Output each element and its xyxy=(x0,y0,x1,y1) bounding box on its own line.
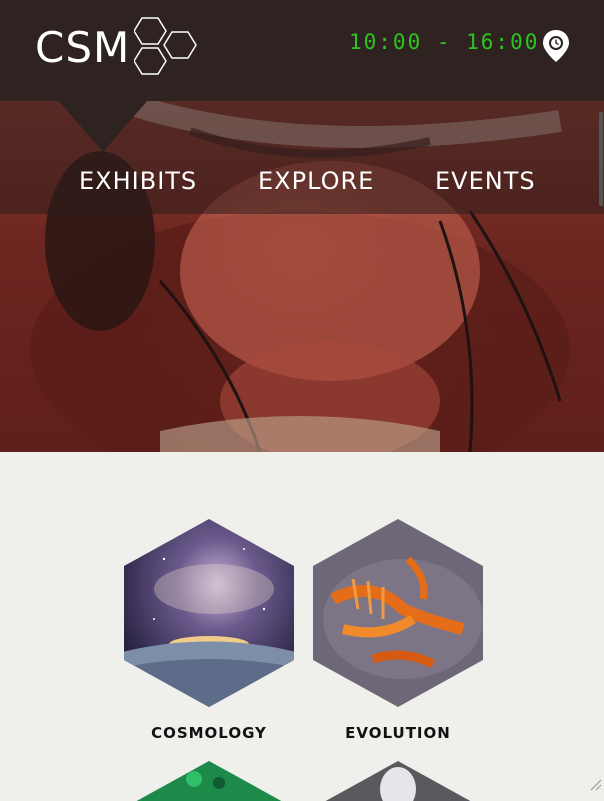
header-notch xyxy=(58,100,148,152)
robot-tile-image[interactable] xyxy=(313,761,483,801)
exhibits-section: COSMOLOGY EVOLUTION xyxy=(0,452,604,801)
resize-handle-icon[interactable] xyxy=(588,777,602,791)
logo-text: CSM xyxy=(35,23,131,72)
tile-label-cosmology[interactable]: COSMOLOGY xyxy=(109,724,309,742)
evolution-tile-image[interactable] xyxy=(313,519,483,707)
location-pin-icon[interactable] xyxy=(541,29,571,63)
scrollbar-thumb[interactable] xyxy=(599,112,603,206)
opening-hours: 10:00 - 16:00 xyxy=(349,30,540,54)
hexagon-logo-icon xyxy=(134,17,198,75)
nav-item-exhibits[interactable]: EXHIBITS xyxy=(79,167,197,195)
site-logo[interactable]: CSM xyxy=(35,17,198,79)
tile-label-evolution[interactable]: EVOLUTION xyxy=(298,724,498,742)
cosmology-tile-image[interactable] xyxy=(124,519,294,707)
nav-item-events[interactable]: EVENTS xyxy=(435,167,536,195)
crystals-tile-image[interactable] xyxy=(124,761,294,801)
nav-item-explore[interactable]: EXPLORE xyxy=(258,167,374,195)
site-header: CSM 10:00 - 16:00 xyxy=(0,0,604,101)
